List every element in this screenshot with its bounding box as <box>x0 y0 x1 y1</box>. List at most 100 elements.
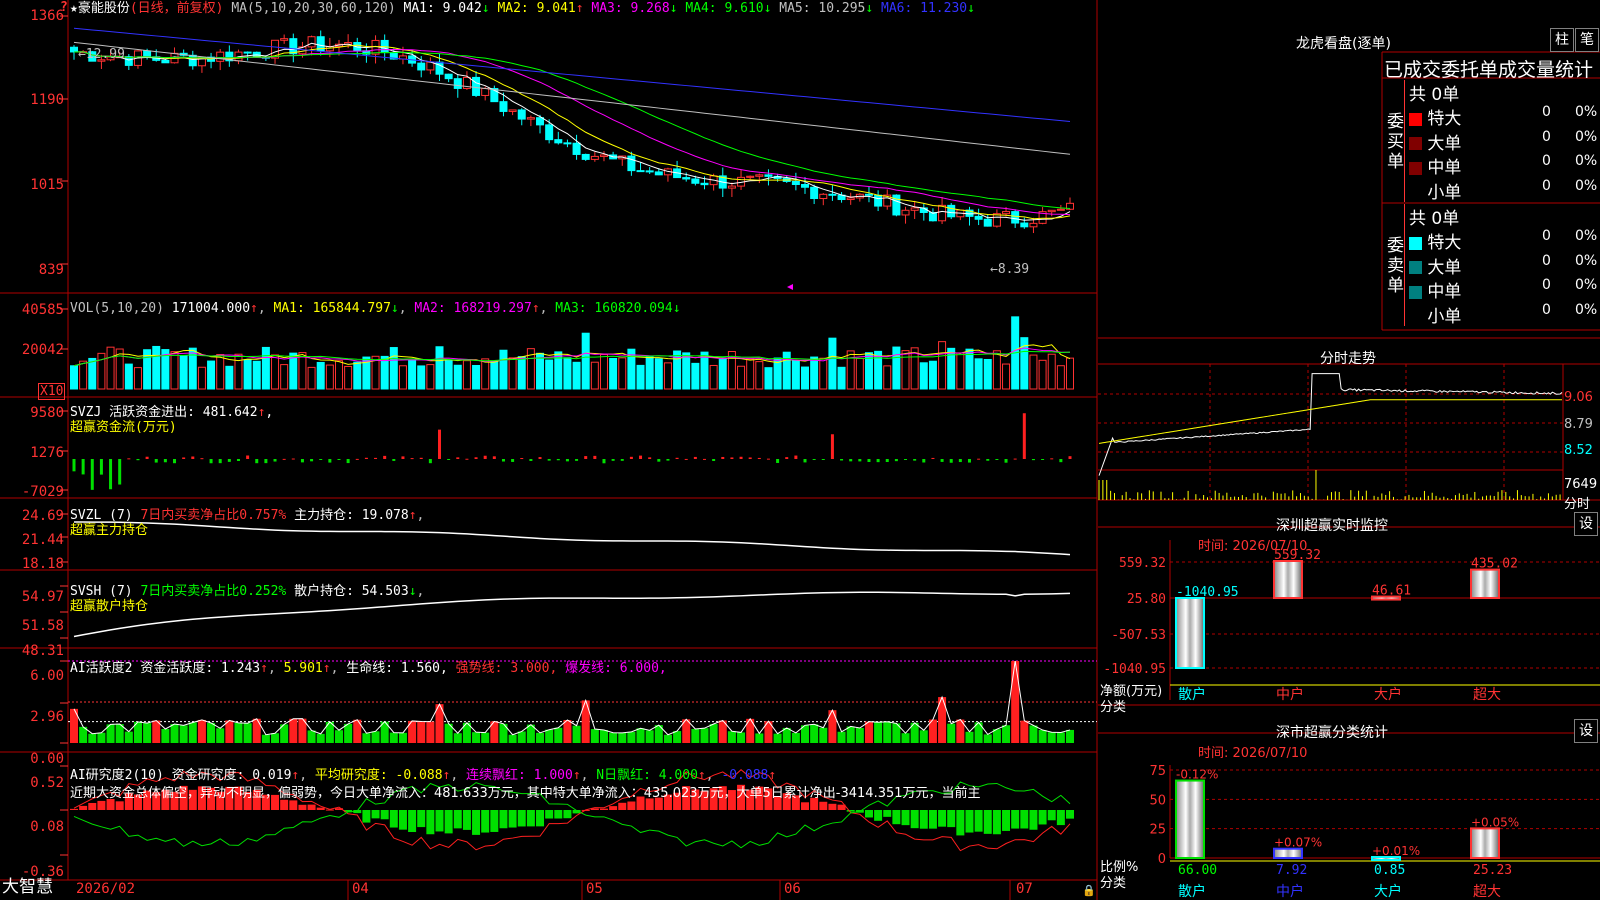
volume-bar <box>782 351 791 390</box>
candle-body <box>188 54 197 67</box>
ai1-activity: 资金活跃度: 1.243 <box>140 661 261 676</box>
candle-body <box>161 59 170 64</box>
volume-bar <box>133 367 142 390</box>
cursor-marker <box>787 284 793 290</box>
candle-body <box>864 193 873 196</box>
activity-bar <box>1066 729 1074 743</box>
activity-bar <box>234 722 243 743</box>
candle-body <box>938 204 947 222</box>
activity-bar <box>417 721 426 743</box>
fund-flow-bar <box>931 457 935 459</box>
fund-flow-bar <box>776 459 780 463</box>
candle-body <box>1020 222 1029 228</box>
research-bar <box>1047 810 1056 821</box>
fund-flow-bar <box>300 459 304 463</box>
activity-bar <box>673 731 682 743</box>
fund-flow-bar <box>392 459 396 461</box>
buy-row-percent: 0% <box>1575 177 1598 194</box>
vol-ma3-arrow: ↓ <box>672 301 681 316</box>
activity-bar <box>691 728 700 743</box>
candle-body <box>791 180 800 185</box>
fund-flow-bar <box>291 458 295 460</box>
candle-body <box>846 197 855 201</box>
fund-flow-bar <box>803 459 807 463</box>
volume-bar <box>883 365 892 390</box>
buy-row-percent: 0% <box>1575 128 1598 145</box>
fund-flow-bar <box>977 458 981 460</box>
ai2-research-arrow: ↑ <box>291 768 300 783</box>
research-bar <box>992 810 1001 835</box>
activity-bar <box>472 732 481 743</box>
classify-settings-button[interactable]: 设 <box>1574 719 1598 743</box>
activity-bar <box>901 733 910 743</box>
lock-icon[interactable]: 🔒 <box>1082 883 1096 898</box>
ma-line-6 <box>73 27 1071 122</box>
research-bar <box>874 810 883 821</box>
buy-row-value: 0 <box>1542 153 1551 169</box>
classify-change-0: -0.12% <box>1176 768 1218 782</box>
ai2-avg-research: 平均研究度: -0.088 <box>314 768 443 783</box>
research-bar <box>289 800 298 810</box>
fund-flow-bar <box>940 459 944 462</box>
volume-bar <box>1066 357 1074 390</box>
classify-title: 深市超赢分类统计 <box>1276 725 1388 741</box>
activity-bar <box>965 731 974 743</box>
buy-row-swatch <box>1409 161 1422 175</box>
research-bar <box>490 810 499 832</box>
candle-body <box>453 78 462 89</box>
candle-body <box>691 178 700 184</box>
classify-bar-1 <box>1273 847 1303 860</box>
volume-bar <box>654 358 663 390</box>
fund-flow-bar <box>127 458 131 460</box>
ma3-label: MA3: 9.268 <box>591 1 670 16</box>
activity-bar <box>874 722 883 743</box>
fund-flow-bar <box>702 458 706 460</box>
fund-flow-bar <box>611 459 615 461</box>
ma3-arrow: ↓ <box>669 1 678 16</box>
volume-bar <box>325 364 334 390</box>
candle-body <box>289 38 298 55</box>
volume-bar <box>791 360 800 390</box>
ma-param: MA(5,10,20,30,60,120) <box>231 1 396 16</box>
ai2-cont-arrow: ↑ <box>572 768 581 783</box>
monitor-settings-button[interactable]: 设 <box>1574 512 1598 536</box>
candle-body <box>1029 222 1038 228</box>
research-bar <box>554 810 563 819</box>
fund-flow-bar <box>565 459 569 462</box>
fund-flow-bar <box>136 459 140 461</box>
research-bar <box>965 810 974 833</box>
volume-bar <box>819 357 828 390</box>
ai1-activity-arrow: ↑ <box>260 661 268 676</box>
fund-flow-bar <box>428 459 432 464</box>
bar-view-button[interactable]: 柱 <box>1550 28 1574 52</box>
activity-bar <box>947 723 956 743</box>
activity-bar <box>855 728 864 743</box>
main-chart-area[interactable]: ★豪能股份(日线，前复权) MA(5,10,20,30,60,120) MA1:… <box>0 0 1098 900</box>
dragon-subtitle: 已成交委托单成交量统计 <box>1384 59 1594 81</box>
research-bar <box>864 810 873 818</box>
svzj-line1: SVZJ 活跃资金进出: 481.642 <box>70 405 258 420</box>
research-bar <box>1038 810 1047 825</box>
ai2-commentary: 近期大资金总体偏空，异动不明显，偏弱势，今日大单净流入：481.633万元，其中… <box>70 786 981 801</box>
candle-body <box>554 139 563 144</box>
fund-flow-bar <box>575 459 579 461</box>
activity-bar <box>983 734 992 743</box>
vol-header: VOL(5,10,20) 171004.000↑, MA1: 165844.79… <box>70 301 681 316</box>
fund-flow-bar <box>1013 458 1017 460</box>
classify-change-2: +0.01% <box>1372 844 1420 858</box>
research-bar <box>462 810 471 830</box>
candle-body <box>974 215 983 220</box>
sell-total: 共 0单 <box>1409 209 1460 229</box>
volume-bar <box>645 356 654 390</box>
volume-bar <box>563 357 572 390</box>
chart-mode[interactable]: (日线，前复权) <box>130 1 224 16</box>
activity-bar <box>554 727 563 743</box>
research-bar <box>627 801 636 810</box>
kline-ylabel-1: 1190 <box>30 92 64 108</box>
research-bar <box>362 810 371 823</box>
research-bar <box>1002 810 1011 831</box>
chart-canvas[interactable] <box>0 0 1098 900</box>
candle-body <box>636 170 645 173</box>
minute-avg-line <box>1098 399 1562 444</box>
tick-view-button[interactable]: 笔 <box>1575 28 1599 52</box>
